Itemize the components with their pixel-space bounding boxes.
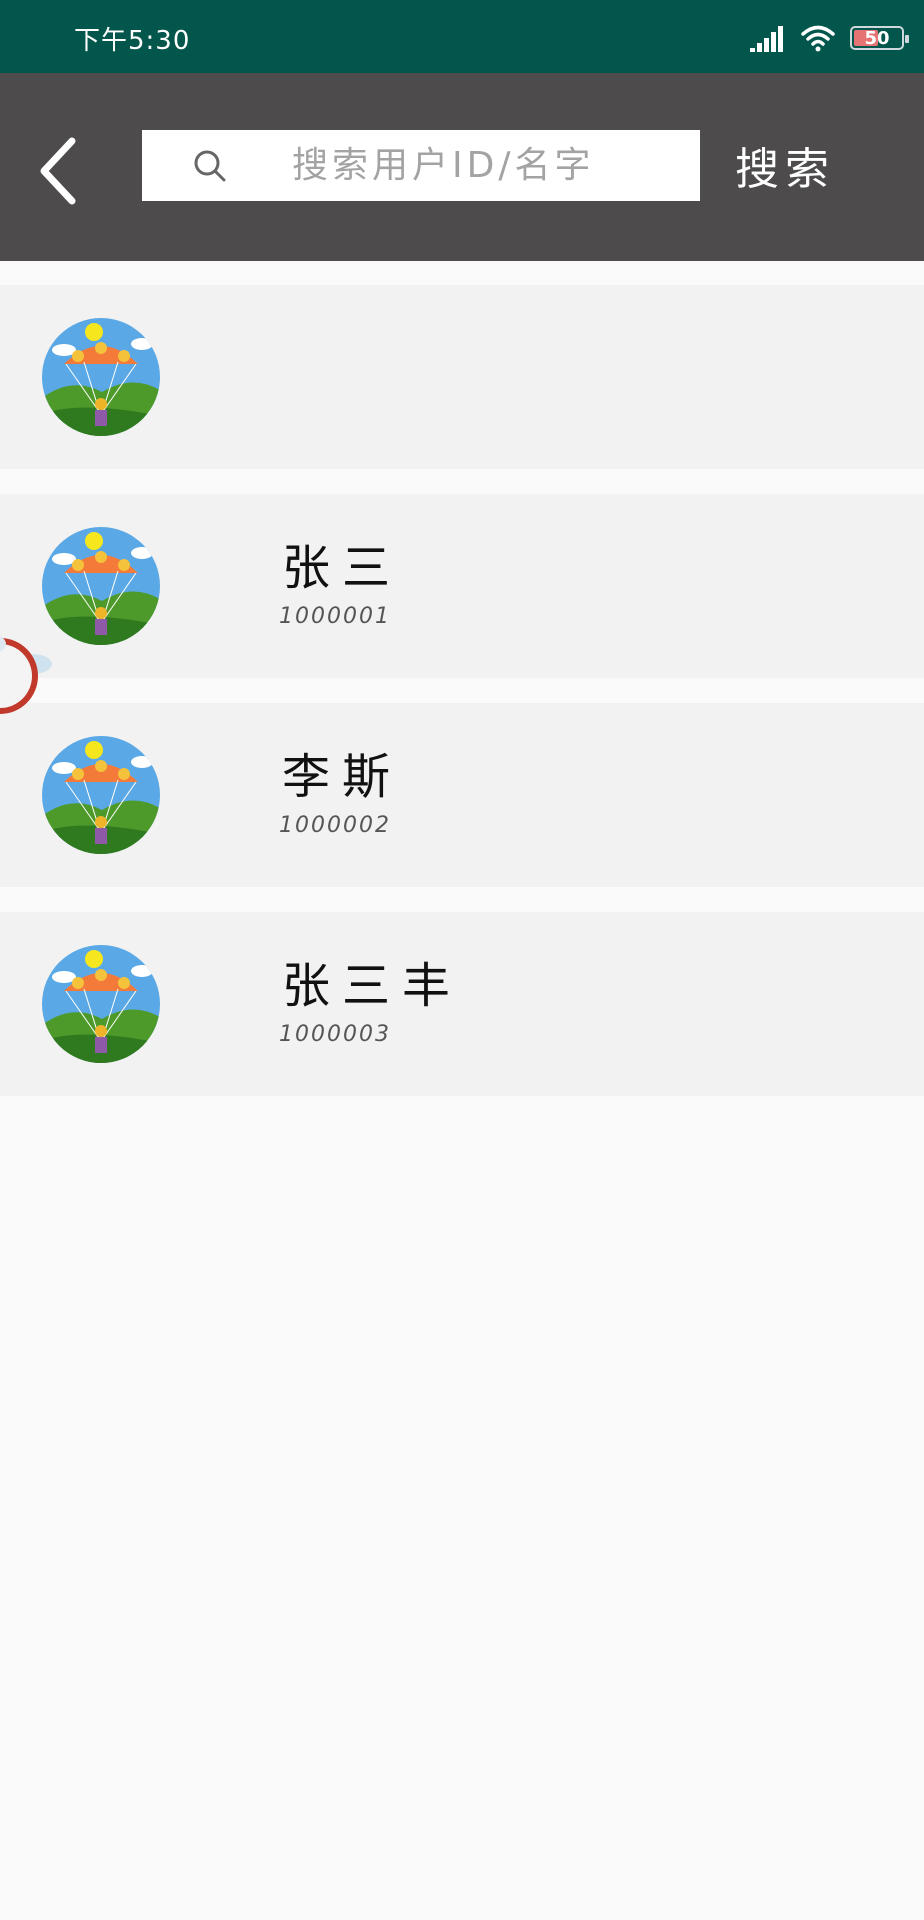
wifi-icon bbox=[801, 25, 835, 52]
user-name: 李斯 bbox=[282, 749, 403, 805]
signal-icon bbox=[750, 26, 783, 52]
status-bar: 下午5:30 50 bbox=[0, 0, 924, 73]
battery-level: 50 bbox=[864, 27, 890, 49]
search-input[interactable] bbox=[292, 130, 682, 201]
user-id: 1000003 bbox=[279, 1022, 391, 1047]
user-name: 张三 bbox=[282, 540, 403, 596]
user-id: 1000002 bbox=[279, 813, 391, 838]
user-list-item[interactable] bbox=[0, 285, 924, 469]
user-name: 张三丰 bbox=[282, 958, 463, 1014]
floating-assistant-icon[interactable] bbox=[0, 612, 60, 732]
search-header: 搜索 bbox=[0, 73, 924, 261]
search-icon bbox=[194, 150, 226, 182]
status-time: 下午5:30 bbox=[74, 26, 191, 56]
user-list-item[interactable]: 张三 1000001 bbox=[0, 494, 924, 678]
search-button[interactable]: 搜索 bbox=[735, 133, 835, 197]
back-button[interactable] bbox=[30, 131, 90, 211]
avatar bbox=[42, 945, 160, 1063]
user-list-item[interactable]: 李斯 1000002 bbox=[0, 703, 924, 887]
chevron-left-icon bbox=[40, 137, 76, 205]
user-list: 张三 1000001 李斯 1000002 张三丰 1000003 bbox=[0, 285, 924, 1121]
avatar bbox=[42, 736, 160, 854]
battery-charging-icon: 50 bbox=[850, 26, 909, 50]
user-list-item[interactable]: 张三丰 1000003 bbox=[0, 912, 924, 1096]
avatar bbox=[42, 318, 160, 436]
status-icons: 50 bbox=[750, 22, 909, 54]
user-id: 1000001 bbox=[279, 604, 391, 629]
search-box[interactable] bbox=[142, 130, 700, 201]
